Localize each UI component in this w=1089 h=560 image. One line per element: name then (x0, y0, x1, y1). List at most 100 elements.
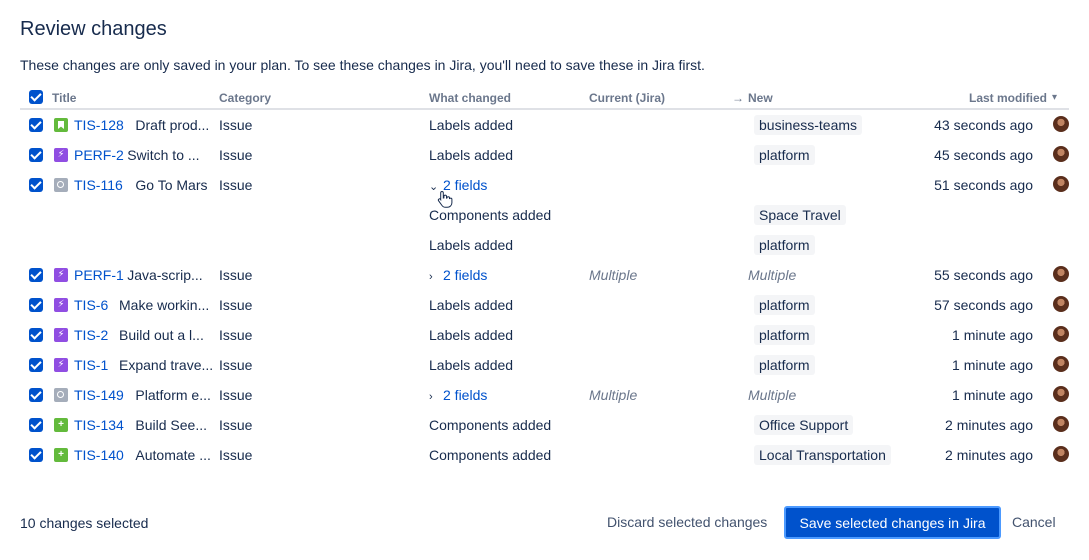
issue-key-link[interactable]: PERF-1 (74, 267, 124, 283)
avatar[interactable] (1053, 296, 1069, 312)
issue-key-link[interactable]: TIS-149 (74, 387, 124, 403)
last-modified-time: 2 minutes ago (945, 447, 1033, 463)
issue-key-link[interactable]: TIS-116 (74, 177, 123, 193)
expand-fields-toggle[interactable]: › 2 fields (429, 267, 487, 283)
issue-key-link[interactable]: TIS-140 (74, 447, 124, 463)
table-row[interactable]: + TIS-134 Build See... Issue Components adde… (20, 410, 1069, 440)
avatar[interactable] (1053, 416, 1069, 432)
issue-key-link[interactable]: TIS-6 (74, 297, 108, 313)
issue-summary: Java-scrip... (127, 267, 203, 283)
header-category[interactable]: Category (219, 91, 271, 105)
new-value-lozenge: business-teams (754, 115, 863, 135)
new-value-lozenge: Office Support (754, 415, 854, 435)
epic-icon: ⚡ (54, 328, 68, 342)
what-changed: Labels added (429, 327, 514, 343)
row-checkbox[interactable] (29, 448, 43, 462)
last-modified-time: 55 seconds ago (934, 267, 1033, 283)
issue-key-link[interactable]: TIS-134 (74, 417, 124, 433)
table-row[interactable]: + TIS-140 Automate ... Issue Components adde… (20, 440, 1069, 470)
last-modified-time: 51 seconds ago (934, 177, 1033, 193)
category: Issue (219, 117, 253, 133)
what-changed: Components added (429, 207, 552, 223)
what-changed: Labels added (429, 297, 514, 313)
chevron-right-icon[interactable]: › (429, 271, 443, 283)
avatar[interactable] (1053, 176, 1069, 192)
row-checkbox[interactable] (29, 388, 43, 402)
table-row[interactable]: ⚡ TIS-1 Expand trave... Issue Labels added pl… (20, 350, 1069, 380)
header-what-changed[interactable]: What changed (429, 91, 511, 105)
task-icon (54, 388, 68, 402)
table-row[interactable]: ⚡ PERF-1 Java-scrip... Issue › 2 fields Multip… (20, 260, 1069, 290)
changes-table: Title Category What changed Current (Jir… (20, 86, 1069, 470)
what-changed: Labels added (429, 357, 514, 373)
row-checkbox[interactable] (29, 148, 43, 162)
avatar[interactable] (1053, 446, 1069, 462)
header-title[interactable]: Title (52, 91, 76, 105)
issue-summary: Make workin... (119, 297, 210, 313)
issue-key-link[interactable]: TIS-128 (74, 117, 124, 133)
header-last-modified[interactable]: Last modified (969, 91, 1047, 105)
issue-key-link[interactable]: TIS-1 (74, 357, 108, 373)
select-all-checkbox[interactable] (29, 90, 43, 104)
issue-key-link[interactable]: TIS-2 (74, 327, 108, 343)
expand-fields-toggle[interactable]: › 2 fields (429, 387, 487, 403)
table-subrow: Labels added platform (20, 230, 1069, 260)
row-checkbox[interactable] (29, 298, 43, 312)
header-current[interactable]: Current (Jira) (589, 91, 665, 105)
epic-icon: ⚡ (54, 358, 68, 372)
table-row[interactable]: ⚡ PERF-2 Switch to ... Issue Labels added pla… (20, 140, 1069, 170)
category: Issue (219, 297, 253, 313)
row-checkbox[interactable] (29, 328, 43, 342)
issue-summary: Build out a l... (119, 327, 204, 343)
new-feature-icon: + (54, 418, 68, 432)
table-row[interactable]: ⚡ TIS-6 Make workin... Issue Labels added pla… (20, 290, 1069, 320)
chevron-right-icon[interactable]: › (429, 391, 443, 403)
category: Issue (219, 357, 253, 373)
task-icon (54, 178, 68, 192)
what-changed: Components added (429, 417, 552, 433)
category: Issue (219, 177, 253, 193)
category: Issue (219, 417, 253, 433)
avatar[interactable] (1053, 386, 1069, 402)
epic-icon: ⚡ (54, 148, 68, 162)
table-row[interactable]: TIS-128 Draft prod... Issue Labels added bus… (20, 110, 1069, 140)
hand-cursor-icon (437, 190, 453, 208)
row-checkbox[interactable] (29, 358, 43, 372)
new-value: Multiple (748, 267, 797, 283)
epic-icon: ⚡ (54, 268, 68, 282)
arrow-right-icon: → (732, 91, 744, 105)
last-modified-time: 1 minute ago (952, 327, 1033, 343)
table-row[interactable]: ⚡ TIS-2 Build out a l... Issue Labels added p… (20, 320, 1069, 350)
current-value: Multiple (589, 267, 638, 283)
row-checkbox[interactable] (29, 178, 43, 192)
category: Issue (219, 387, 253, 403)
table-body: TIS-128 Draft prod... Issue Labels added bus… (20, 110, 1069, 470)
table-row[interactable]: TIS-116 Go To Mars Issue ⌄ 2 fields 51 second… (20, 170, 1069, 200)
fields-link[interactable]: 2 fields (443, 267, 487, 283)
issue-summary: Platform e... (135, 387, 211, 403)
avatar[interactable] (1053, 266, 1069, 282)
issue-key-link[interactable]: PERF-2 (74, 147, 124, 163)
discard-button[interactable]: Discard selected changes (597, 506, 777, 538)
new-value: Multiple (748, 387, 797, 403)
story-icon (54, 118, 68, 132)
avatar[interactable] (1053, 146, 1069, 162)
fields-link[interactable]: 2 fields (443, 387, 487, 403)
sort-descending-icon[interactable]: ▾ (1052, 92, 1057, 103)
new-value-lozenge: platform (754, 235, 815, 255)
table-row[interactable]: TIS-149 Platform e... Issue › 2 fields Multip… (20, 380, 1069, 410)
row-checkbox[interactable] (29, 268, 43, 282)
header-new[interactable]: New (748, 91, 773, 105)
avatar[interactable] (1053, 326, 1069, 342)
current-value: Multiple (589, 387, 638, 403)
last-modified-time: 1 minute ago (952, 357, 1033, 373)
avatar[interactable] (1053, 356, 1069, 372)
cancel-button[interactable]: Cancel (1004, 506, 1064, 538)
selected-count: 10 changes selected (20, 515, 149, 531)
avatar[interactable] (1053, 116, 1069, 132)
row-checkbox[interactable] (29, 118, 43, 132)
save-in-jira-button[interactable]: Save selected changes in Jira (784, 506, 1001, 539)
last-modified-time: 1 minute ago (952, 387, 1033, 403)
row-checkbox[interactable] (29, 418, 43, 432)
last-modified-time: 43 seconds ago (934, 117, 1033, 133)
